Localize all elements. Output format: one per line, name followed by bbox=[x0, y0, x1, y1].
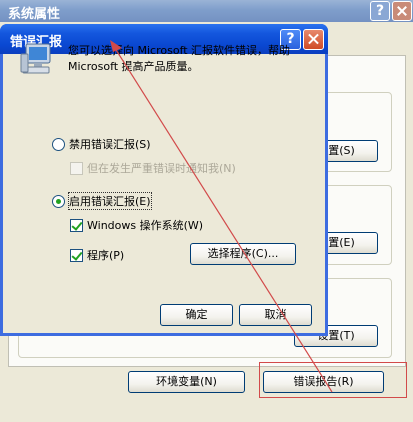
windows-os-option[interactable]: Windows 操作系统(W) bbox=[70, 217, 203, 233]
notify-critical-option: 但在发生严重错误时通知我(N) bbox=[70, 160, 236, 176]
enable-reporting-label: 启用错误汇报(E) bbox=[68, 192, 152, 210]
choose-programs-button[interactable]: 选择程序(C)... bbox=[190, 243, 296, 265]
help-icon[interactable]: ? bbox=[370, 1, 390, 21]
programs-label: 程序(P) bbox=[87, 249, 125, 262]
notify-critical-label: 但在发生严重错误时通知我(N) bbox=[87, 162, 236, 175]
close-icon[interactable] bbox=[392, 1, 412, 21]
disable-reporting-option[interactable]: 禁用错误汇报(S) bbox=[52, 136, 151, 152]
enable-reporting-radio[interactable] bbox=[52, 194, 65, 208]
disable-reporting-label: 禁用错误汇报(S) bbox=[69, 138, 151, 151]
programs-option[interactable]: 程序(P) bbox=[70, 247, 124, 263]
intro-text: 您可以选择向 Microsoft 汇报软件错误，帮助 Microsoft 提高产… bbox=[68, 44, 291, 73]
notify-critical-checkbox bbox=[70, 161, 83, 175]
disable-reporting-radio[interactable] bbox=[52, 137, 65, 151]
error-reporting-highlight bbox=[259, 362, 407, 398]
ok-button[interactable]: 确定 bbox=[160, 304, 233, 326]
environment-variables-button[interactable]: 环境变量(N) bbox=[128, 371, 245, 393]
system-properties-title: 系统属性 bbox=[8, 7, 61, 22]
enable-reporting-option[interactable]: 启用错误汇报(E) bbox=[52, 192, 152, 210]
system-properties-titlebar: 系统属性 ? bbox=[0, 0, 413, 22]
programs-checkbox[interactable] bbox=[70, 248, 83, 262]
windows-os-checkbox[interactable] bbox=[70, 218, 83, 232]
computer-icon bbox=[20, 43, 51, 74]
windows-os-label: Windows 操作系统(W) bbox=[87, 219, 204, 232]
cancel-button[interactable]: 取消 bbox=[239, 304, 312, 326]
